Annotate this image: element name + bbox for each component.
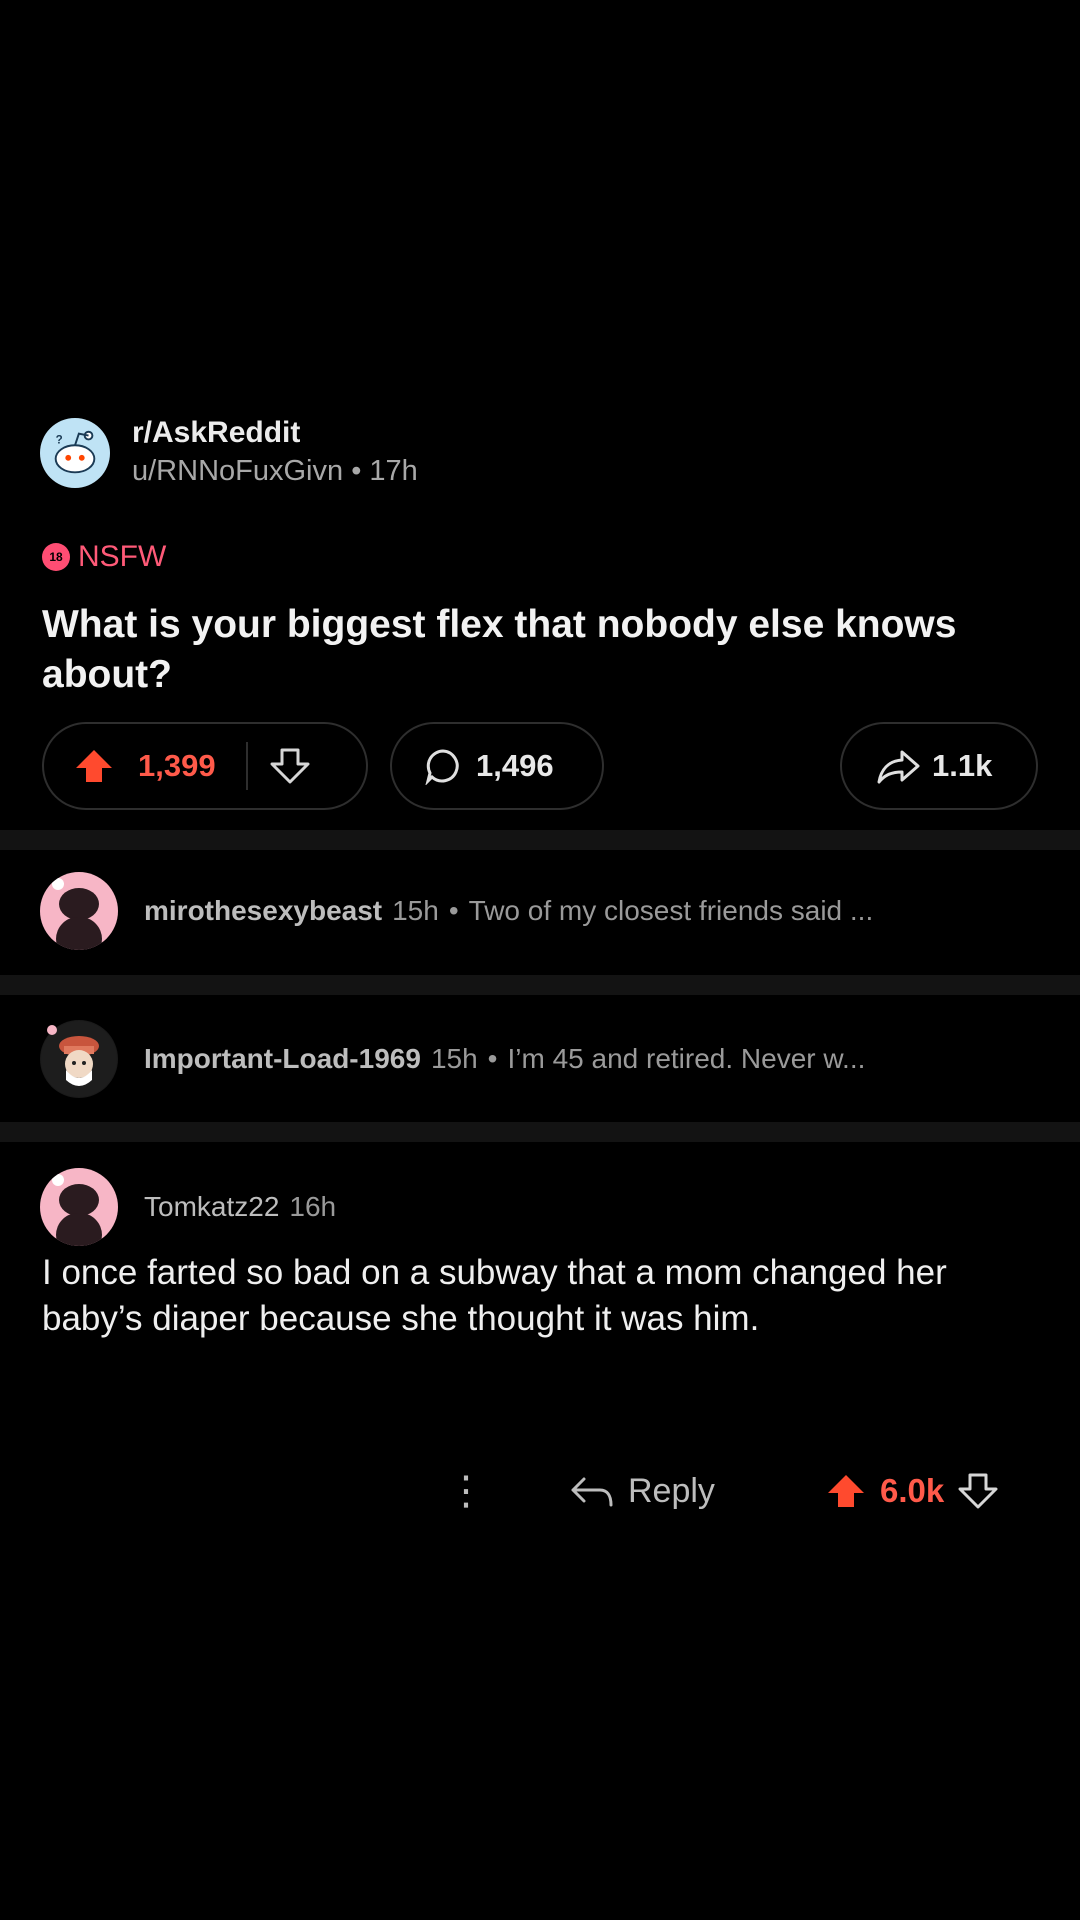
comment-username[interactable]: mirothesexybeast [144, 895, 382, 927]
post-author-line: u/RNNoFuxGivn • 17h [132, 451, 418, 491]
share-button[interactable]: 1.1k [840, 722, 1038, 810]
comment-vote-bar: 6.0k [826, 1472, 998, 1510]
comment-count: 1,496 [476, 748, 554, 783]
comment-snippet: Two of my closest friends said ... [468, 895, 874, 926]
nsfw-label: NSFW [78, 540, 167, 573]
avatar[interactable] [40, 872, 118, 950]
comment-bubble-icon [424, 747, 462, 785]
reply-label: Reply [628, 1472, 715, 1510]
downvote-icon[interactable] [958, 1473, 998, 1509]
meta-separator: • [448, 895, 459, 926]
more-options-button[interactable]: ⋮ [446, 1468, 486, 1514]
avatar[interactable] [40, 1020, 118, 1098]
upvote-count: 1,399 [138, 748, 216, 783]
comments-button[interactable]: 1,496 [390, 722, 604, 810]
meta-separator: • [487, 1043, 498, 1074]
comment-body: I once farted so bad on a subway that a … [42, 1253, 947, 1338]
nsfw-tag: 18 NSFW [42, 540, 166, 574]
section-divider [0, 830, 1080, 850]
post-header: ? r/AskReddit u/RNNoFuxGivn • 17h [40, 415, 418, 491]
downvote-icon[interactable] [270, 748, 310, 784]
share-arrow-icon [876, 748, 920, 784]
subreddit-avatar[interactable]: ? [40, 418, 110, 488]
meta-separator: • [351, 455, 370, 487]
upvote-icon[interactable] [74, 748, 114, 784]
comment-snippet: I’m 45 and retired. Never w... [507, 1043, 866, 1074]
svg-text:?: ? [56, 433, 63, 446]
collapsed-comment[interactable]: Important-Load-1969 15h • I’m 45 and ret… [40, 1020, 865, 1098]
post-title[interactable]: What is your biggest flex that nobody el… [42, 600, 1032, 700]
comment-age: 16h [289, 1191, 337, 1222]
section-divider [0, 1122, 1080, 1142]
nsfw-badge-icon: 18 [42, 543, 70, 571]
collapsed-comment[interactable]: mirothesexybeast 15h • Two of my closest… [40, 872, 873, 950]
comment-score: 6.0k [880, 1472, 945, 1509]
avatar[interactable] [40, 1168, 118, 1246]
comment-age: 15h [430, 1043, 478, 1074]
comment-username[interactable]: Tomkatz22 [144, 1191, 279, 1223]
comment-username[interactable]: Important-Load-1969 [144, 1043, 421, 1075]
more-vertical-icon: ⋮ [446, 1469, 486, 1513]
section-divider [0, 975, 1080, 995]
share-count: 1.1k [932, 748, 993, 783]
comment-age: 15h [392, 895, 439, 926]
reply-button[interactable]: Reply [570, 1472, 715, 1511]
snoo-icon: ? [54, 430, 96, 474]
comment-header: Tomkatz22 16h [40, 1168, 336, 1246]
reply-arrow-icon [570, 1475, 614, 1509]
post-vote-bar: 1,399 [42, 722, 368, 810]
post-age: 17h [369, 455, 418, 487]
subreddit-name[interactable]: r/AskReddit [132, 415, 418, 451]
upvote-icon[interactable] [826, 1473, 866, 1509]
vote-divider [245, 742, 248, 790]
post-author[interactable]: u/RNNoFuxGivn [132, 455, 343, 487]
